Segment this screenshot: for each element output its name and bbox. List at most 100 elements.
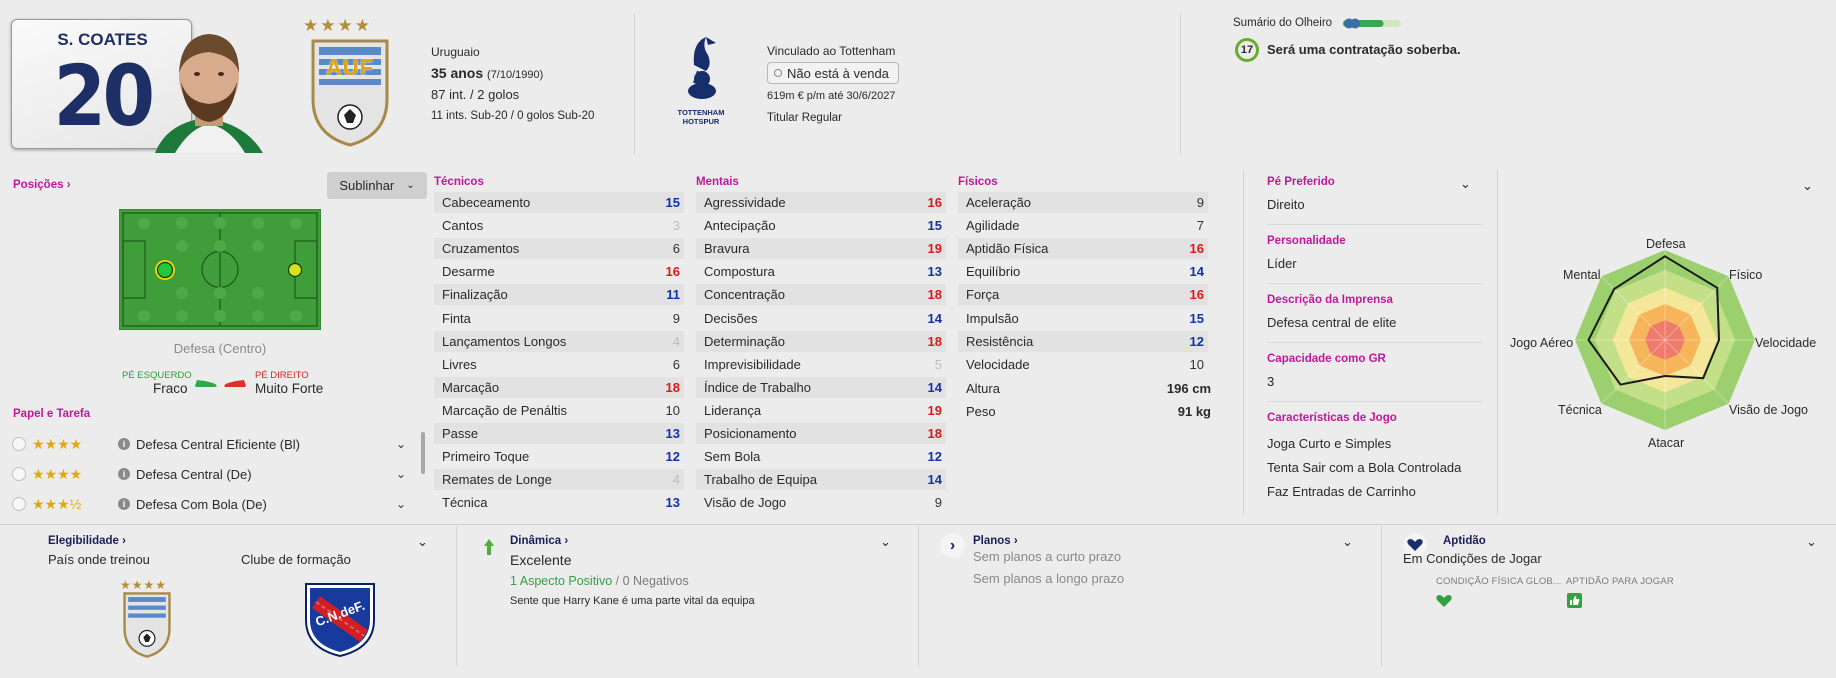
- attribute-row[interactable]: Cantos 3: [434, 215, 684, 236]
- trained-nation-badge-icon: [123, 592, 171, 658]
- attribute-row[interactable]: Visão de Jogo 9: [696, 492, 946, 513]
- weight-label: Peso: [966, 404, 996, 419]
- attribute-row[interactable]: Velocidade 10: [958, 354, 1208, 375]
- attribute-name: Posicionamento: [704, 426, 797, 441]
- role-radio[interactable]: [12, 497, 26, 511]
- highlight-label: Sublinhar: [339, 178, 395, 193]
- highlight-dropdown[interactable]: Sublinhar ⌄: [327, 172, 427, 199]
- attribute-row[interactable]: Impulsão 15: [958, 308, 1208, 329]
- attribute-name: Decisões: [704, 310, 758, 326]
- attribute-row[interactable]: Índice de Trabalho 14: [696, 376, 946, 398]
- attribute-row[interactable]: Lançamentos Longos 4: [434, 330, 684, 352]
- attribute-row[interactable]: Passe 13: [434, 423, 684, 444]
- plans-arrow-icon[interactable]: ›: [940, 533, 965, 558]
- attribute-row[interactable]: Técnica 13: [434, 492, 684, 513]
- attribute-name: Agressividade: [704, 195, 786, 210]
- attribute-row[interactable]: Equilíbrio 14: [958, 261, 1208, 282]
- role-radio[interactable]: [12, 467, 26, 481]
- chevron-down-icon[interactable]: ⌄: [396, 437, 416, 451]
- attribute-name: Lançamentos Longos: [442, 333, 567, 349]
- attribute-name: Marcação: [442, 379, 500, 395]
- attribute-row[interactable]: Remates de Longe 4: [434, 469, 684, 491]
- attribute-value: 10: [1189, 356, 1204, 372]
- radar-label-fisico: Físico: [1729, 268, 1763, 282]
- attribute-value: 15: [1189, 310, 1204, 326]
- roles-title[interactable]: Papel e Tarefa: [13, 408, 90, 420]
- club-link[interactable]: Vinculado ao Tottenham: [767, 44, 895, 58]
- attribute-row[interactable]: Finta 9: [434, 308, 684, 329]
- attribute-row[interactable]: Resistência 12: [958, 330, 1208, 352]
- attribute-row[interactable]: Marcação de Penáltis 10: [434, 400, 684, 421]
- pitch-diagram: [119, 209, 321, 330]
- attribute-row[interactable]: Concentração 18: [696, 284, 946, 306]
- chevron-down-icon[interactable]: ⌄: [1802, 178, 1813, 194]
- attribute-row[interactable]: Cabeceamento 15: [434, 192, 684, 213]
- positives-count[interactable]: 1 Aspecto Positivo: [510, 574, 612, 588]
- height-label: Altura: [966, 381, 1000, 396]
- attribute-name: Remates de Longe: [442, 472, 552, 488]
- attribute-name: Índice de Trabalho: [704, 379, 811, 395]
- attribute-value: 15: [665, 195, 680, 210]
- fitness-title[interactable]: Aptidão: [1443, 535, 1486, 547]
- attribute-value: 10: [665, 402, 680, 418]
- role-row[interactable]: ★★★★ i Defesa Central (De) ⌄: [12, 462, 416, 486]
- chevron-down-icon[interactable]: ⌄: [1460, 176, 1471, 192]
- attribute-value: 5: [934, 356, 942, 372]
- chevron-right-icon: ›: [122, 535, 126, 547]
- attribute-row[interactable]: Bravura 19: [696, 238, 946, 260]
- chevron-down-icon[interactable]: ⌄: [1342, 534, 1353, 550]
- attribute-row[interactable]: Compostura 13: [696, 261, 946, 282]
- plans-title[interactable]: Planos ›: [973, 535, 1018, 547]
- role-radio[interactable]: [12, 437, 26, 451]
- fitness-value: Em Condições de Jogar: [1403, 551, 1542, 566]
- dynamics-title[interactable]: Dinâmica ›: [510, 535, 568, 547]
- attribute-row[interactable]: Livres 6: [434, 354, 684, 375]
- attribute-row[interactable]: Cruzamentos 6: [434, 238, 684, 260]
- attribute-row[interactable]: Sem Bola 12: [696, 446, 946, 467]
- attribute-row[interactable]: Agilidade 7: [958, 215, 1208, 236]
- positions-title[interactable]: Posições ›: [13, 179, 71, 191]
- transfer-status-button[interactable]: Não está à venda: [767, 62, 899, 84]
- chevron-down-icon[interactable]: ⌄: [417, 534, 428, 550]
- attribute-value: 12: [927, 449, 942, 465]
- role-row[interactable]: ★★★½ i Defesa Com Bola (De) ⌄: [12, 492, 416, 516]
- negatives-count[interactable]: 0 Negativos: [623, 574, 689, 588]
- physical-title: Físicos: [958, 176, 998, 188]
- attribute-row[interactable]: Determinação 18: [696, 330, 946, 352]
- scout-report-title[interactable]: Sumário do Olheiro: [1233, 17, 1332, 29]
- trained-country-label: País onde treinou: [48, 552, 150, 567]
- right-foot-caption: PÉ DIREITO: [255, 370, 309, 381]
- attribute-row[interactable]: Força 16: [958, 284, 1208, 306]
- chevron-down-icon[interactable]: ⌄: [396, 467, 416, 481]
- attribute-row[interactable]: Aptidão Física 16: [958, 238, 1208, 260]
- role-row[interactable]: ★★★★ i Defesa Central Eficiente (Bl) ⌄: [12, 432, 416, 456]
- chevron-down-icon[interactable]: ⌄: [880, 534, 891, 550]
- eligibility-title[interactable]: Elegibilidade ›: [48, 535, 126, 547]
- right-boot-icon: [224, 380, 246, 387]
- attribute-row[interactable]: Antecipação 15: [696, 215, 946, 236]
- attribute-row[interactable]: Marcação 18: [434, 376, 684, 398]
- club-crest-icon[interactable]: [672, 33, 730, 105]
- attribute-row[interactable]: Decisões 14: [696, 308, 946, 329]
- attribute-row[interactable]: Posicionamento 18: [696, 423, 946, 444]
- chevron-down-icon[interactable]: ⌄: [1806, 534, 1817, 550]
- left-foot-caption: PÉ ESQUERDO: [122, 370, 192, 381]
- attribute-row[interactable]: Imprevisibilidade 5: [696, 354, 946, 375]
- chevron-down-icon[interactable]: ⌄: [396, 497, 416, 511]
- roles-scrollbar[interactable]: [421, 432, 425, 474]
- long-term-plan: Sem planos a longo prazo: [973, 571, 1125, 586]
- attribute-value: 18: [927, 426, 942, 441]
- attribute-row[interactable]: Primeiro Toque 12: [434, 446, 684, 467]
- chevron-down-icon: ⌄: [406, 180, 415, 191]
- attribute-row[interactable]: Trabalho de Equipa 14: [696, 469, 946, 491]
- info-icon[interactable]: i: [118, 468, 130, 480]
- info-icon[interactable]: i: [118, 438, 130, 450]
- attribute-row[interactable]: Agressividade 16: [696, 192, 946, 213]
- info-icon[interactable]: i: [118, 498, 130, 510]
- trait-item: Faz Entradas de Carrinho: [1267, 484, 1416, 499]
- attribute-row[interactable]: Aceleração 9: [958, 192, 1208, 213]
- attribute-name: Imprevisibilidade: [704, 356, 801, 372]
- attribute-row[interactable]: Finalização 11: [434, 284, 684, 306]
- attribute-row[interactable]: Desarme 16: [434, 261, 684, 282]
- attribute-row[interactable]: Liderança 19: [696, 400, 946, 421]
